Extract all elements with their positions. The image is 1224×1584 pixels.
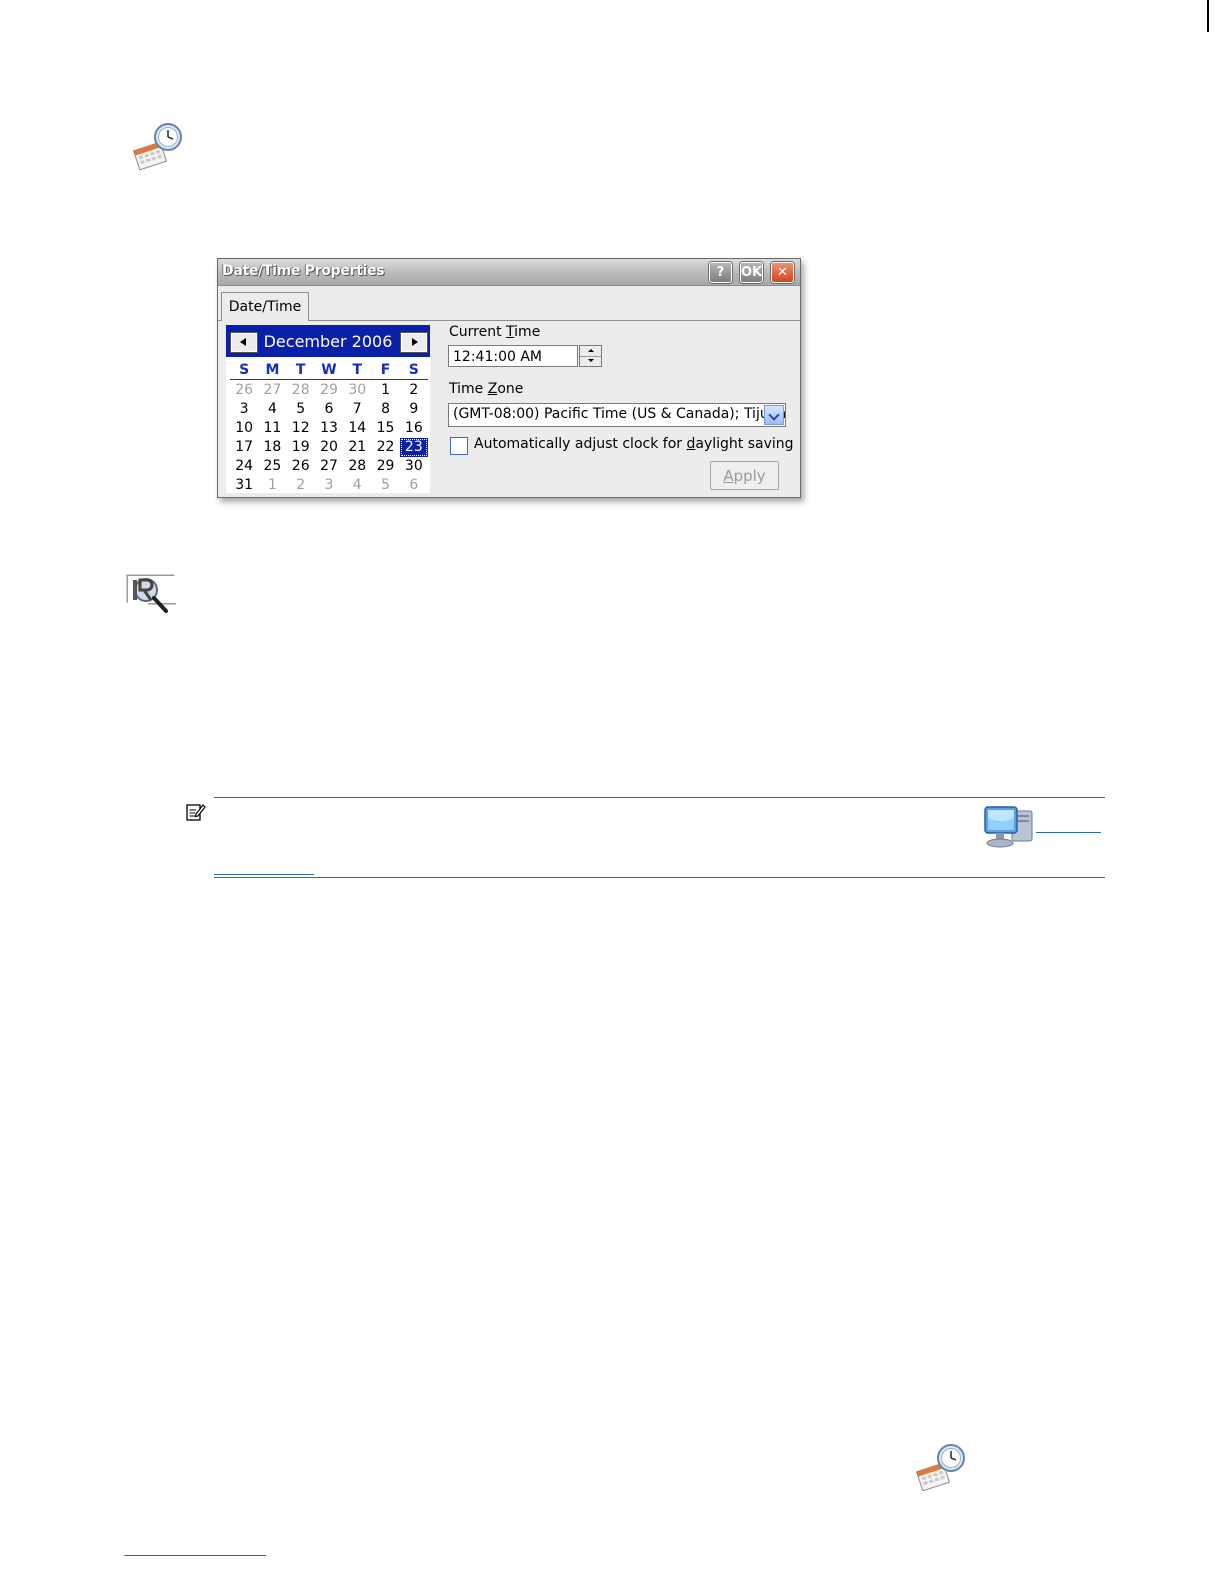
calendar-day[interactable]: 31 <box>230 476 258 495</box>
spin-up-icon <box>588 349 594 352</box>
chevron-down-icon <box>768 409 780 421</box>
date-time-icon <box>132 122 184 171</box>
calendar-day[interactable]: 24 <box>230 457 258 476</box>
dialog-title: Date/Time Properties <box>222 263 385 279</box>
calendar-day[interactable]: 29 <box>371 457 399 476</box>
calendar-day[interactable]: 6 <box>315 400 343 419</box>
calendar-day[interactable]: 3 <box>230 400 258 419</box>
calendar-day[interactable]: 8 <box>371 400 399 419</box>
weekday-label: F <box>380 362 391 378</box>
calendar-day[interactable]: 2 <box>287 476 315 495</box>
calendar-week-row: 31 1 2 3 4 5 6 <box>230 476 428 495</box>
note-link-underline[interactable] <box>1036 832 1101 833</box>
calendar-grid: S M T W T F S 26 27 28 29 30 1 2 3 4 5 6 7 8 9 10 11 12 13 14 15 16… <box>230 361 428 495</box>
page-edge-rule <box>1207 0 1209 32</box>
calendar-week-row: 17 18 19 20 21 22 23 <box>230 438 428 457</box>
calendar-week-row: 24 25 26 27 28 29 30 <box>230 457 428 476</box>
note-top-rule <box>214 797 1105 798</box>
calendar-day[interactable]: 25 <box>258 457 286 476</box>
time-zone-select[interactable]: (GMT-08:00) Pacific Time (US & Canada); … <box>448 403 786 427</box>
calendar-header: December 2006 <box>226 325 430 357</box>
calendar-day[interactable]: 3 <box>315 476 343 495</box>
calendar-day[interactable]: 13 <box>315 419 343 438</box>
calendar-day[interactable]: 19 <box>287 438 315 457</box>
calendar-week-row: 26 27 28 29 30 1 2 <box>230 381 428 400</box>
calendar-day[interactable]: 20 <box>315 438 343 457</box>
weekday-label: T <box>295 362 306 378</box>
arrow-left-icon <box>240 338 246 346</box>
note-pencil-icon <box>186 802 206 822</box>
calendar-day[interactable]: 6 <box>400 476 428 495</box>
ir-search-icon <box>126 574 180 616</box>
weekday-label: S <box>239 362 250 378</box>
calendar-day[interactable]: 29 <box>315 381 343 400</box>
prev-month-button[interactable] <box>231 333 257 352</box>
calendar-day[interactable]: 30 <box>400 457 428 476</box>
ok-button[interactable]: OK <box>740 262 763 283</box>
weekday-label: W <box>321 362 337 378</box>
calendar-day[interactable]: 1 <box>258 476 286 495</box>
calendar-day[interactable]: 5 <box>371 476 399 495</box>
calendar-weekday-row: SMTWTFS <box>230 361 428 380</box>
calendar-day[interactable]: 14 <box>343 419 371 438</box>
calendar-day[interactable]: 22 <box>371 438 399 457</box>
note-bottom-rule <box>214 877 1105 878</box>
calendar-day[interactable]: 17 <box>230 438 258 457</box>
calendar-day[interactable]: 28 <box>343 457 371 476</box>
calendar-day[interactable]: 5 <box>287 400 315 419</box>
help-button[interactable]: ? <box>709 262 732 283</box>
spin-down-icon <box>588 359 594 362</box>
calendar-day[interactable]: 9 <box>400 400 428 419</box>
calendar-day[interactable]: 2 <box>400 381 428 400</box>
calendar-day[interactable]: 15 <box>371 419 399 438</box>
calendar-month-year[interactable]: December 2006 <box>260 332 396 351</box>
calendar-day[interactable]: 28 <box>287 381 315 400</box>
current-time-field[interactable]: 12:41:00 AM <box>448 345 578 367</box>
calendar-week-row: 10 11 12 13 14 15 16 <box>230 419 428 438</box>
calendar-day[interactable]: 16 <box>400 419 428 438</box>
month-calendar[interactable]: December 2006 S M T W T F S 26 27 28 29 30 1 2 3 4 5 6 7 8 9… <box>226 325 430 493</box>
calendar-day[interactable]: 26 <box>230 381 258 400</box>
time-zone-label: Time Zone <box>449 381 524 397</box>
spin-down-button[interactable] <box>580 356 601 366</box>
calendar-day[interactable]: 10 <box>230 419 258 438</box>
apply-button[interactable]: Apply <box>710 461 779 490</box>
calendar-day[interactable]: 11 <box>258 419 286 438</box>
close-button[interactable]: ✕ <box>771 262 794 283</box>
calendar-day[interactable]: 21 <box>343 438 371 457</box>
calendar-day[interactable]: 30 <box>343 381 371 400</box>
date-time-icon-bottom <box>915 1443 967 1492</box>
calendar-day[interactable]: 1 <box>371 381 399 400</box>
daylight-saving-label[interactable]: Automatically adjust clock for daylight … <box>474 436 794 452</box>
weekday-label: S <box>408 362 419 378</box>
current-time-label: Current Time <box>449 324 541 340</box>
calendar-day[interactable]: 27 <box>258 381 286 400</box>
calendar-day[interactable]: 27 <box>315 457 343 476</box>
next-month-button[interactable] <box>401 333 427 352</box>
tab-date-time[interactable]: Date/Time <box>221 292 309 321</box>
calendar-week-row: 3456789 <box>230 400 428 419</box>
calendar-day-selected[interactable]: 23 <box>399 438 428 457</box>
calendar-day[interactable]: 4 <box>343 476 371 495</box>
dialog-titlebar[interactable]: Date/Time Properties ? OK ✕ <box>218 259 800 286</box>
network-computer-icon <box>982 803 1036 851</box>
calendar-day[interactable]: 7 <box>343 400 371 419</box>
time-zone-dropdown-button[interactable] <box>764 405 784 425</box>
arrow-right-icon <box>412 338 418 346</box>
calendar-day[interactable]: 18 <box>258 438 286 457</box>
time-zone-value: (GMT-08:00) Pacific Time (US & Canada); … <box>453 406 786 422</box>
calendar-day[interactable]: 26 <box>287 457 315 476</box>
time-spinner[interactable] <box>579 345 602 367</box>
daylight-saving-checkbox[interactable] <box>450 437 468 455</box>
calendar-day[interactable]: 12 <box>287 419 315 438</box>
note-link-underline-2[interactable] <box>214 874 314 875</box>
weekday-label: M <box>265 362 280 378</box>
bottom-link-underline[interactable] <box>124 1555 266 1556</box>
calendar-day[interactable]: 4 <box>258 400 286 419</box>
weekday-label: T <box>352 362 363 378</box>
date-time-properties-dialog: Date/Time Properties ? OK ✕ Date/Time De… <box>217 258 801 498</box>
